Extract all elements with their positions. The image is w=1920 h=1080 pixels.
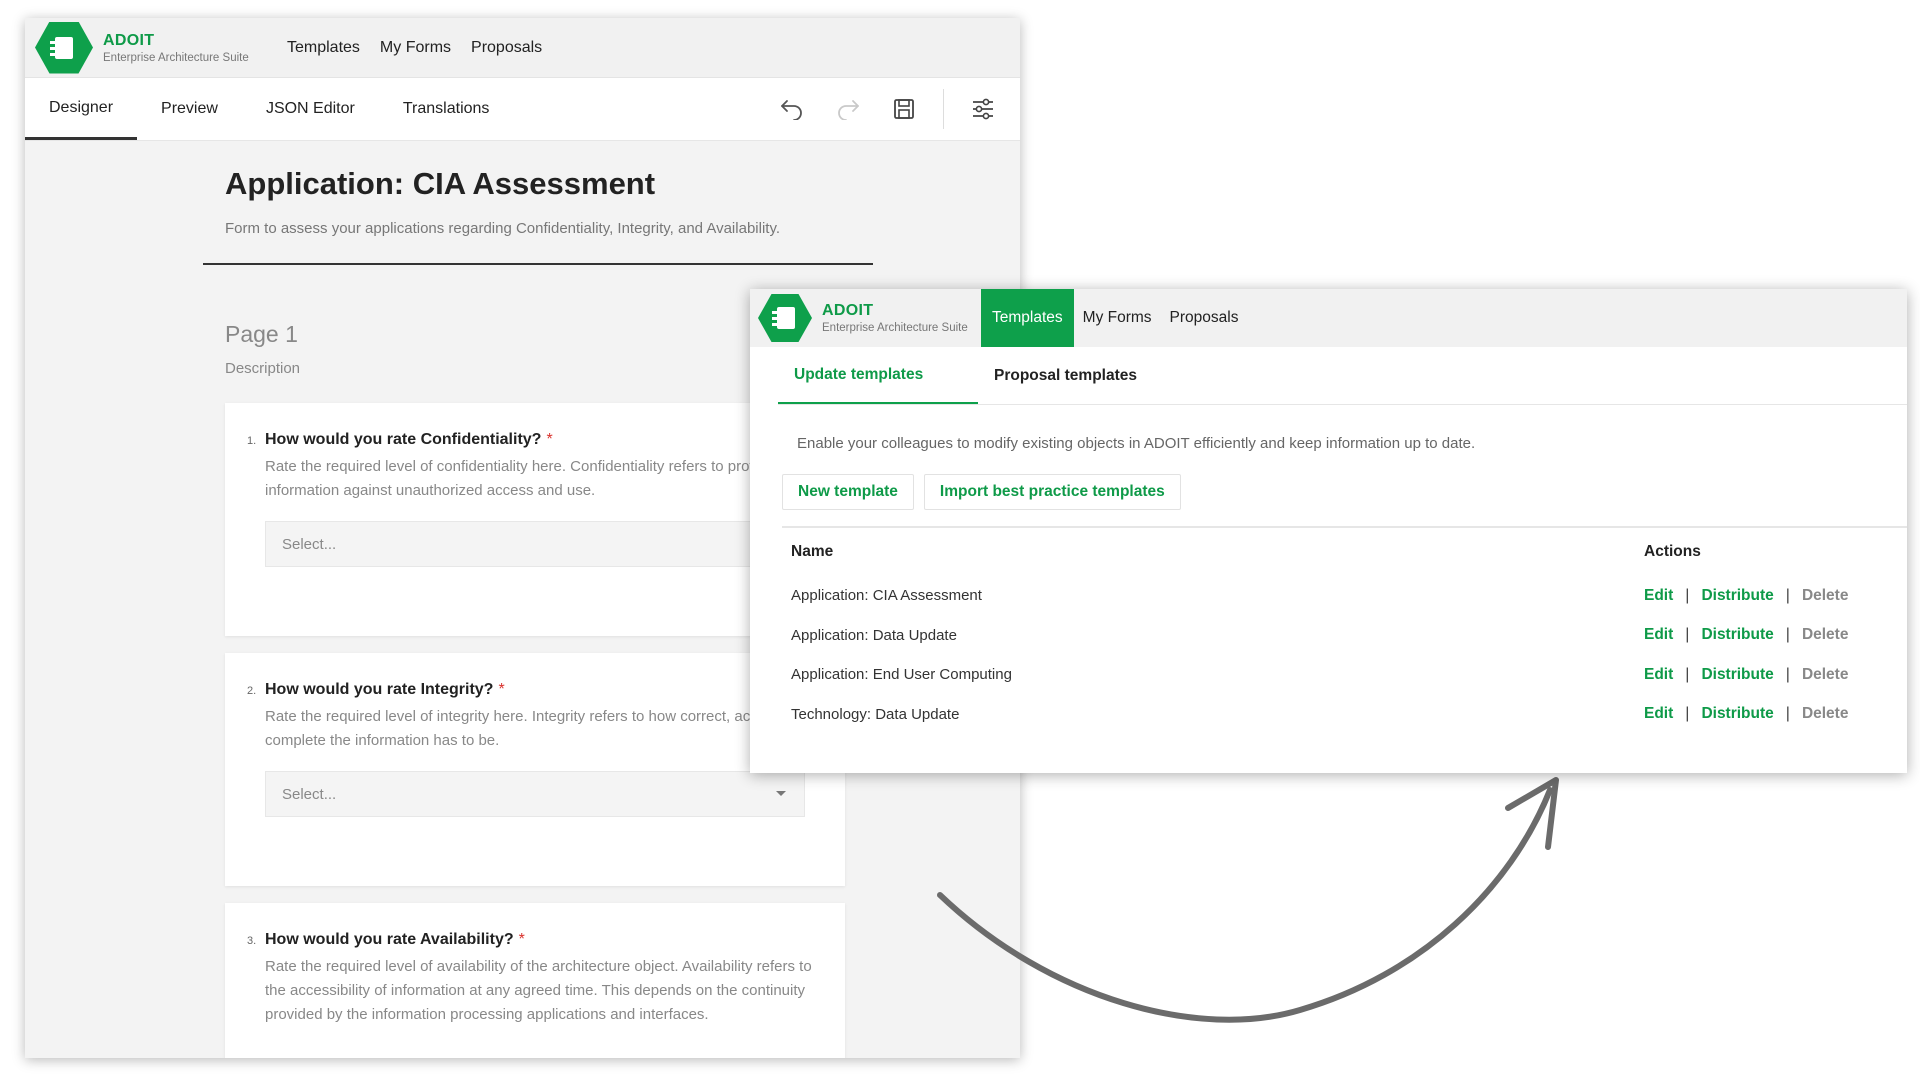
- template-name: Technology: Data Update: [791, 705, 960, 723]
- edit-link[interactable]: Edit: [1644, 666, 1673, 684]
- header-name: Name: [791, 543, 834, 560]
- templates-nav: Templates My Forms Proposals: [981, 289, 1247, 347]
- new-template-button[interactable]: New template: [782, 474, 914, 510]
- delete-link[interactable]: Delete: [1802, 626, 1849, 644]
- template-name: Application: CIA Assessment: [791, 587, 982, 605]
- distribute-link[interactable]: Distribute: [1701, 587, 1773, 605]
- edit-link[interactable]: Edit: [1644, 587, 1673, 605]
- distribute-link[interactable]: Distribute: [1701, 705, 1773, 723]
- distribute-link[interactable]: Distribute: [1701, 626, 1773, 644]
- template-name: Application: End User Computing: [791, 666, 1012, 684]
- nav-proposals[interactable]: Proposals: [1161, 289, 1248, 347]
- edit-link[interactable]: Edit: [1644, 626, 1673, 644]
- tab-proposal-templates[interactable]: Proposal templates: [978, 347, 1153, 404]
- adoit-logo-icon: [758, 294, 812, 342]
- table-row: Application: Data Update Edit | Distribu…: [791, 626, 1849, 644]
- import-templates-button[interactable]: Import best practice templates: [923, 474, 1181, 510]
- templates-table: Name Actions Application: CIA Assessment…: [791, 528, 1891, 734]
- delete-link[interactable]: Delete: [1802, 587, 1849, 605]
- templates-description: Enable your colleagues to modify existin…: [797, 435, 1476, 452]
- table-header: Name Actions: [791, 528, 1891, 576]
- header-actions: Actions: [1644, 543, 1701, 560]
- brand-name: ADOIT: [822, 302, 874, 319]
- nav-my-forms[interactable]: My Forms: [1074, 289, 1161, 347]
- templates-tabs: Update templates Proposal templates: [778, 347, 1907, 405]
- templates-top-bar: ADOIT Enterprise Architecture Suite Temp…: [750, 289, 1907, 347]
- brand-subtitle: Enterprise Architecture Suite: [822, 322, 968, 334]
- tab-update-templates[interactable]: Update templates: [778, 347, 978, 404]
- delete-link[interactable]: Delete: [1802, 705, 1849, 723]
- brand-logo[interactable]: ADOIT Enterprise Architecture Suite: [758, 294, 990, 342]
- table-row: Application: End User Computing Edit | D…: [791, 665, 1849, 684]
- distribute-link[interactable]: Distribute: [1701, 666, 1773, 684]
- delete-link[interactable]: Delete: [1802, 666, 1849, 684]
- templates-window: ADOIT Enterprise Architecture Suite Temp…: [750, 289, 1907, 773]
- template-name: Application: Data Update: [791, 626, 957, 644]
- table-row: Technology: Data Update Edit | Distribut…: [791, 705, 1849, 723]
- edit-link[interactable]: Edit: [1644, 705, 1673, 723]
- nav-templates[interactable]: Templates: [981, 289, 1074, 347]
- table-row: Application: CIA Assessment Edit | Distr…: [791, 586, 1849, 605]
